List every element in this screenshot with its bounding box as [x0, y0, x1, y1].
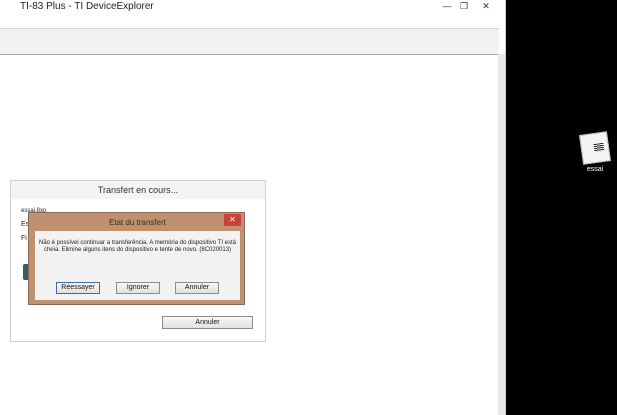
progress-dialog-title: Transfert en cours...	[97, 185, 179, 195]
ignore-button[interactable]: Ignorer	[116, 282, 160, 294]
file-label-fragment: Fi	[21, 235, 27, 242]
vertical-scrollbar[interactable]	[498, 54, 505, 415]
cancel-button[interactable]: Annuler	[175, 282, 219, 294]
close-icon[interactable]: ✕	[478, 0, 494, 12]
maximize-icon[interactable]: ❐	[458, 0, 470, 12]
retry-button[interactable]: Réessayer	[56, 282, 100, 294]
minimize-icon[interactable]: —	[441, 0, 453, 12]
error-dialog-title: Etat du transfert	[109, 218, 166, 227]
window-title: TI-83 Plus - TI DeviceExplorer	[20, 1, 154, 12]
file-thumbnail-icon	[579, 131, 611, 165]
toolbar	[0, 28, 499, 55]
desktop-file-icon[interactable]: essai	[578, 131, 612, 175]
error-message: Não é possível continuar a transferência…	[39, 240, 236, 253]
title-bar[interactable]: TI-83 Plus - TI DeviceExplorer — ❐ ✕	[0, 0, 505, 14]
progress-cancel-button[interactable]: Annuler	[162, 316, 253, 329]
desktop-icon-label: essai	[586, 166, 604, 173]
transfer-error-dialog: Etat du transfert ✕ Não é possível conti…	[28, 212, 245, 305]
close-icon[interactable]: ✕	[224, 214, 241, 226]
